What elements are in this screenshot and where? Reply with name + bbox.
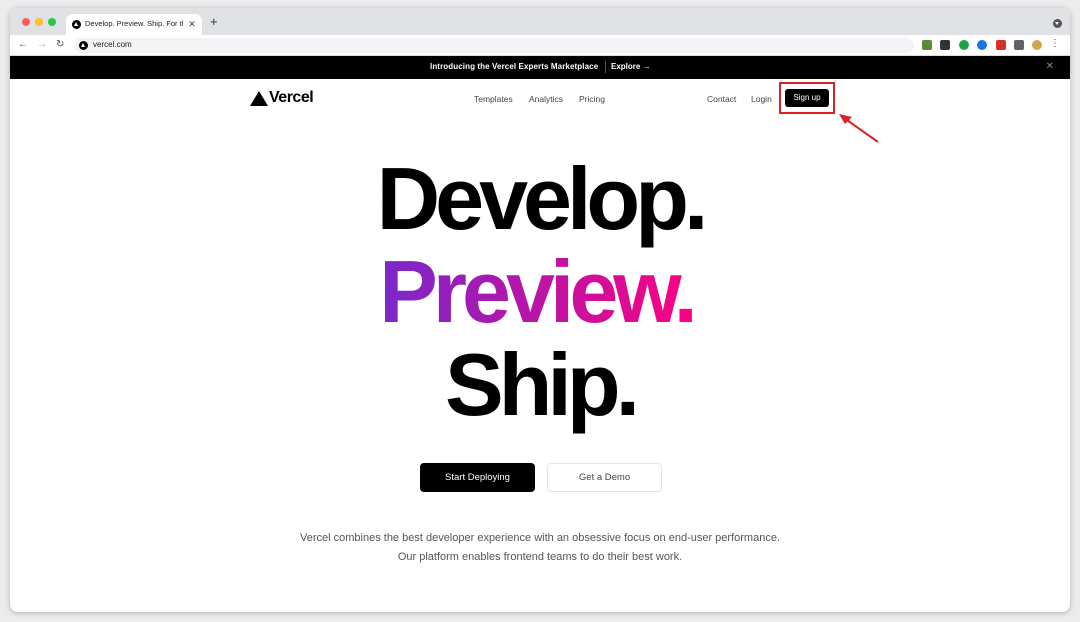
- vercel-triangle-icon: [250, 90, 268, 106]
- banner-explore-link[interactable]: Explore →: [611, 62, 651, 71]
- browser-window: Develop. Preview. Ship. For the ✕ + ← → …: [10, 8, 1070, 612]
- vercel-favicon-icon: [72, 20, 81, 29]
- nav-contact-link[interactable]: Contact: [707, 94, 736, 104]
- tab-close-icon[interactable]: ✕: [186, 18, 198, 30]
- hero-line-ship: Ship.: [444, 335, 640, 434]
- forward-button[interactable]: →: [37, 39, 47, 51]
- vercel-logo[interactable]: Vercel: [250, 89, 314, 107]
- site-favicon-icon: [79, 41, 88, 50]
- bookmark-ext-icon[interactable]: [922, 40, 932, 50]
- banner-close-icon[interactable]: ✕: [1046, 61, 1054, 72]
- close-window-button[interactable]: [22, 18, 30, 26]
- url-text: vercel.com: [93, 40, 132, 49]
- nav-templates-link[interactable]: Templates: [474, 94, 513, 104]
- nav-login-link[interactable]: Login: [751, 94, 772, 104]
- check-ext-icon[interactable]: [959, 40, 969, 50]
- maximize-window-button[interactable]: [48, 18, 56, 26]
- back-button[interactable]: ←: [18, 39, 28, 51]
- hero-line-develop: Develop.: [376, 149, 709, 248]
- grid-ext-icon[interactable]: [996, 40, 1006, 50]
- start-deploying-button[interactable]: Start Deploying: [420, 463, 535, 492]
- banner-divider: [605, 61, 606, 73]
- tab-bar: Develop. Preview. Ship. For the ✕ +: [10, 8, 1070, 35]
- banner-text: Introducing the Vercel Experts Marketpla…: [430, 62, 599, 71]
- annotation-arrow-icon: [839, 114, 879, 143]
- profile-avatar-icon[interactable]: [1032, 40, 1042, 50]
- tab-title: Develop. Preview. Ship. For the: [85, 19, 183, 28]
- hero-preview-text: Preview.: [379, 242, 701, 341]
- puzzle-ext-icon[interactable]: [1014, 40, 1024, 50]
- reader-ext-icon[interactable]: [940, 40, 950, 50]
- get-demo-button[interactable]: Get a Demo: [547, 463, 662, 492]
- description-line-1: Vercel combines the best developer exper…: [300, 532, 780, 544]
- logo-text: Vercel: [269, 89, 314, 106]
- description-line-2: Our platform enables frontend teams to d…: [397, 551, 683, 563]
- tab-search-icon[interactable]: [1053, 19, 1062, 28]
- browser-toolbar: ← → ↻ vercel.com ⋮: [10, 35, 1070, 56]
- nav-analytics-link[interactable]: Analytics: [529, 94, 563, 104]
- browser-menu-icon[interactable]: ⋮: [1050, 38, 1060, 50]
- reload-button[interactable]: ↻: [56, 39, 64, 51]
- new-tab-button[interactable]: +: [210, 15, 218, 28]
- minimize-window-button[interactable]: [35, 18, 43, 26]
- annotation-highlight-box: [779, 82, 835, 114]
- announcement-banner: Introducing the Vercel Experts Marketpla…: [10, 56, 1070, 79]
- address-bar[interactable]: vercel.com: [74, 38, 914, 53]
- browser-tab[interactable]: Develop. Preview. Ship. For the ✕: [66, 14, 202, 35]
- hero-line-preview: Preview.: [10, 248, 1070, 336]
- nav-pricing-link[interactable]: Pricing: [579, 94, 605, 104]
- c-ext-icon[interactable]: [977, 40, 987, 50]
